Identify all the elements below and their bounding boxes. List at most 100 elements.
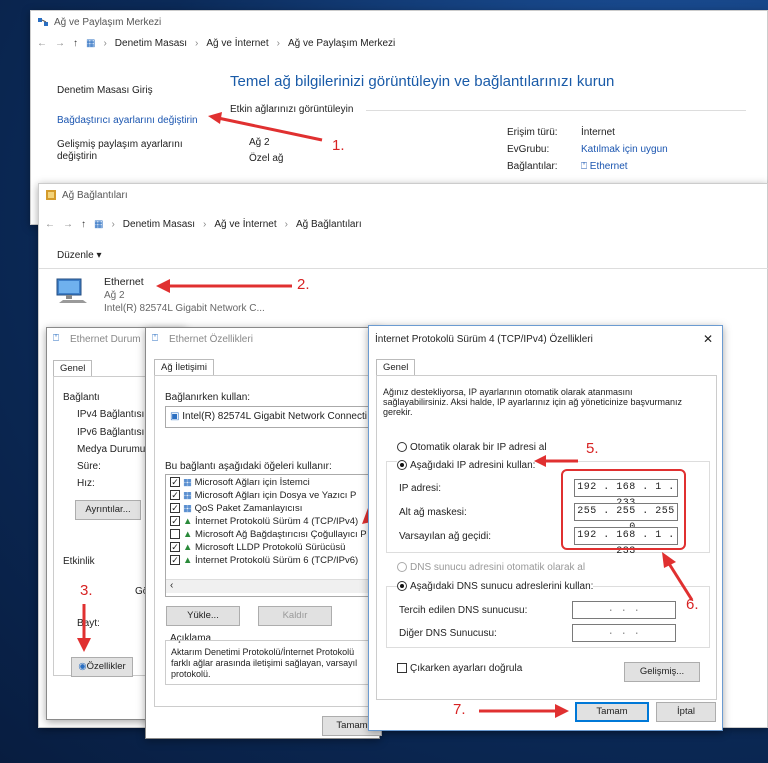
- titlebar: Ağ Bağlantıları: [39, 184, 767, 206]
- close-icon[interactable]: ✕: [703, 332, 713, 346]
- forward-icon[interactable]: →: [63, 219, 73, 230]
- window-title: Ağ ve Paylaşım Merkezi: [54, 16, 162, 28]
- titlebar: Ağ ve Paylaşım Merkezi: [31, 11, 767, 33]
- breadcrumb-item[interactable]: Ağ ve İnternet: [214, 219, 276, 230]
- checkbox[interactable]: ✓: [170, 542, 180, 553]
- horizontal-scrollbar[interactable]: ‹: [166, 579, 379, 593]
- list-item-selected[interactable]: ✓ ▲ İnternet Protokolü Sürüm 4 (TCP/IPv4): [170, 516, 358, 528]
- annotation-arrow-2: [156, 279, 292, 293]
- checkbox[interactable]: ✓: [170, 516, 180, 527]
- protocol-icon: ▲: [183, 529, 196, 540]
- homegroup-label: EvGrubu:: [507, 144, 550, 155]
- cancel-button[interactable]: İptal: [656, 702, 716, 722]
- checkbox[interactable]: [170, 529, 180, 540]
- forward-icon[interactable]: →: [55, 38, 65, 49]
- intro-text: gerekir.: [383, 407, 413, 417]
- checkbox[interactable]: [397, 663, 407, 674]
- activity-section-label: Etkinlik: [63, 556, 95, 567]
- radio-button[interactable]: [397, 562, 407, 573]
- adapter-device: Intel(R) 82574L Gigabit Network C...: [104, 303, 265, 314]
- breadcrumb-item[interactable]: Denetim Masası: [115, 38, 187, 49]
- sidebar-link-advanced-sharing[interactable]: Gelişmiş paylaşım ayarlarını: [57, 139, 183, 150]
- radio-button[interactable]: [397, 442, 407, 453]
- organize-menu[interactable]: Düzenle ▾: [57, 250, 102, 261]
- list-item[interactable]: ✓ ▦ QoS Paket Zamanlayıcısı: [170, 503, 302, 515]
- radio-button[interactable]: [397, 460, 407, 471]
- manual-ip-radio[interactable]: Aşağıdaki IP adresini kullan:: [397, 460, 536, 471]
- subnet-mask-label: Alt ağ maskesi:: [399, 507, 467, 518]
- alternate-dns-field[interactable]: . . .: [572, 624, 676, 642]
- breadcrumb-item[interactable]: Ağ ve Paylaşım Merkezi: [288, 38, 395, 49]
- auto-dns-radio[interactable]: DNS sunucu adresini otomatik olarak al: [397, 562, 585, 573]
- network-center-icon: [37, 16, 49, 28]
- checkbox[interactable]: ✓: [170, 490, 180, 501]
- annotation-label-2: 2.: [297, 276, 310, 293]
- annotation-arrow-3: [77, 604, 91, 652]
- annotation-label-6: 6.: [686, 596, 699, 613]
- client-icon: ▦: [183, 477, 195, 488]
- list-item[interactable]: ✓ ▦ Microsoft Ağları için İstemci: [170, 477, 310, 489]
- tab-networking[interactable]: Ağ İletişimi: [154, 359, 214, 375]
- list-item[interactable]: ✓ ▲ Microsoft LLDP Protokolü Sürücüsü: [170, 542, 345, 554]
- back-icon[interactable]: ←: [45, 219, 55, 230]
- breadcrumb-item[interactable]: Ağ ve İnternet: [206, 38, 268, 49]
- validate-checkbox[interactable]: Çıkarken ayarları doğrula: [397, 663, 522, 674]
- advanced-button[interactable]: Gelişmiş...: [624, 662, 700, 682]
- status-row-ipv6: IPv6 Bağlantısı:: [77, 427, 148, 438]
- list-item[interactable]: ▲ Microsoft Ağ Bağdaştırıcısı Çoğullayıc…: [170, 529, 367, 541]
- window-title: İnternet Protokolü Sürüm 4 (TCP/IPv4) Öz…: [375, 333, 593, 345]
- components-list[interactable]: ✓ ▦ Microsoft Ağları için İstemci ✓ ▦ Micr…: [165, 474, 380, 597]
- shield-icon: ◉: [78, 661, 87, 672]
- connections-label: Bağlantılar:: [507, 161, 558, 172]
- address-bar[interactable]: ← → ↑ ▦ › Denetim Masası › Ağ ve İnterne…: [39, 214, 767, 234]
- annotation-label-1: 1.: [332, 137, 345, 154]
- manual-dns-radio[interactable]: Aşağıdaki DNS sunucu adreslerini kullan:: [397, 581, 594, 592]
- details-button[interactable]: Ayrıntılar...: [75, 500, 141, 520]
- checkbox[interactable]: ✓: [170, 477, 180, 488]
- checkbox[interactable]: ✓: [170, 555, 180, 566]
- radio-button[interactable]: [397, 581, 407, 592]
- breadcrumb-item[interactable]: Ağ Bağlantıları: [296, 219, 362, 230]
- ethernet-status-icon: ⍞: [53, 333, 59, 344]
- location-icon: ▦: [94, 218, 104, 230]
- description-line: Aktarım Denetimi Protokolü/İnternet Prot…: [171, 647, 355, 657]
- remove-button[interactable]: Kaldır: [258, 606, 332, 626]
- ethernet-icon: ⍞: [581, 161, 590, 172]
- ethernet-connection-link[interactable]: ⍞ Ethernet: [581, 161, 628, 172]
- up-icon[interactable]: ↑: [73, 38, 78, 49]
- annotation-arrow-5: [534, 455, 578, 467]
- back-icon[interactable]: ←: [37, 38, 47, 49]
- titlebar: İnternet Protokolü Sürüm 4 (TCP/IPv4) Öz…: [369, 326, 722, 352]
- divider: [366, 110, 746, 111]
- checkbox[interactable]: ✓: [170, 503, 180, 514]
- sidebar-link-control-panel-home[interactable]: Denetim Masası Giriş: [57, 85, 153, 96]
- up-icon[interactable]: ↑: [81, 219, 86, 230]
- breadcrumb-item[interactable]: Denetim Masası: [123, 219, 195, 230]
- list-item[interactable]: ✓ ▦ Microsoft Ağları için Dosya ve Yazıcı…: [170, 490, 356, 502]
- access-type-label: Erişim türü:: [507, 127, 558, 138]
- annotation-highlight-ip-fields: [561, 469, 686, 550]
- items-label: Bu bağlantı aşağıdaki öğeleri kullanır:: [165, 461, 332, 472]
- adapter-name[interactable]: Ethernet: [104, 276, 144, 288]
- preferred-dns-label: Tercih edilen DNS sunucusu:: [399, 605, 528, 616]
- network-connections-icon: [45, 189, 57, 201]
- intro-text: Ağınız destekliyorsa, IP ayarlarının oto…: [383, 387, 633, 397]
- tab-general[interactable]: Genel: [53, 360, 93, 376]
- protocol-icon: ▲: [183, 516, 196, 527]
- description-line: farklı ağlar arasında iletişimi sağlayan…: [171, 658, 358, 668]
- scroll-left-icon[interactable]: ‹: [166, 580, 173, 591]
- annotation-arrow-1: [208, 112, 323, 142]
- auto-ip-radio[interactable]: Otomatik olarak bir IP adresi al: [397, 442, 547, 453]
- status-row-duration: Süre:: [77, 461, 101, 472]
- install-button[interactable]: Yükle...: [166, 606, 240, 626]
- tab-general[interactable]: Genel: [376, 359, 416, 375]
- protocol-icon: ▲: [183, 542, 196, 553]
- homegroup-link[interactable]: Katılmak için uygun: [581, 144, 668, 155]
- service-icon: ▦: [183, 503, 195, 514]
- address-bar[interactable]: ← → ↑ ▦ › Denetim Masası › Ağ ve İnterne…: [31, 33, 767, 53]
- sidebar-link-advanced-sharing-2[interactable]: değiştirin: [57, 151, 97, 162]
- properties-button[interactable]: ◉Özellikler: [71, 657, 133, 677]
- ok-button[interactable]: Tamam: [575, 702, 649, 722]
- sidebar-link-change-adapter[interactable]: Bağdaştırıcı ayarlarını değiştirin: [57, 115, 198, 126]
- list-item[interactable]: ✓ ▲ İnternet Protokolü Sürüm 6 (TCP/IPv6): [170, 555, 358, 567]
